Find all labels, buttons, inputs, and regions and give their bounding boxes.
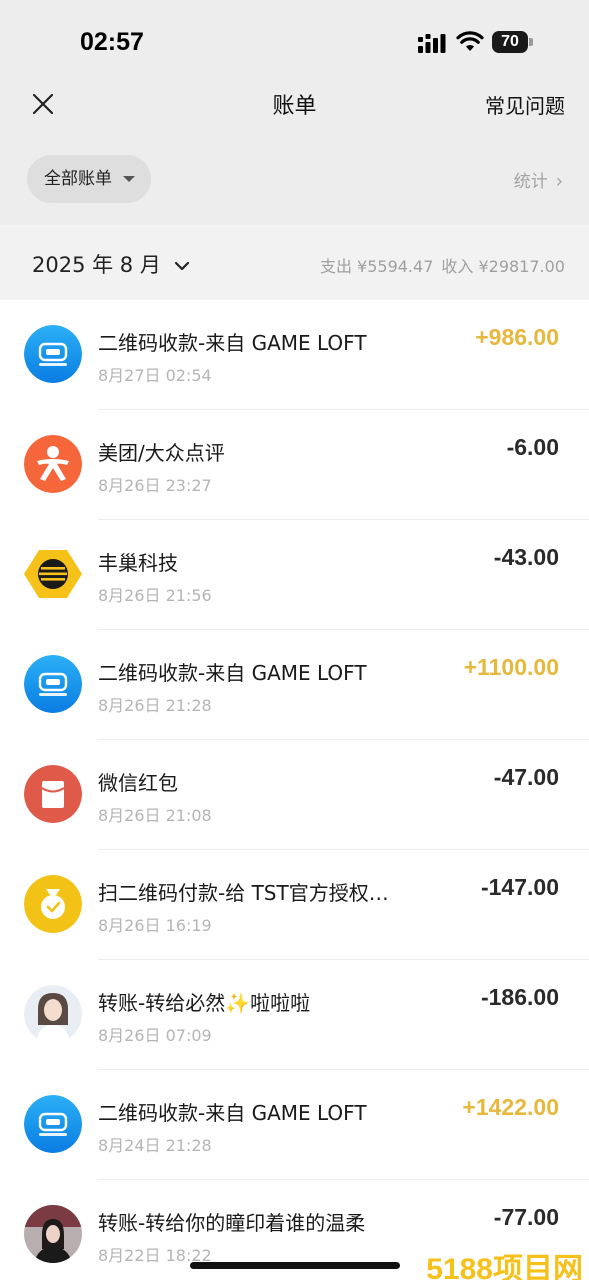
bill-filter-label: 全部账单 [44, 169, 112, 189]
cellular-signal-icon [418, 34, 446, 53]
transaction-title: 二维码收款-来自 GAME LOFT [98, 331, 367, 355]
watermark-logo: 5188项目网 [426, 1253, 583, 1280]
statistics-link[interactable]: 统计 › [513, 167, 563, 194]
transaction-amount: -6.00 [506, 434, 559, 460]
month-label: 2025 年 8 月 [32, 253, 161, 277]
transaction-amount: +986.00 [475, 324, 559, 350]
transaction-row[interactable]: 丰巢科技 8月26日 21:56 -43.00 [0, 520, 589, 630]
transaction-amount: -47.00 [493, 764, 559, 790]
transaction-title: 扫二维码付款-给 TST官方授权… [98, 881, 389, 905]
transaction-time: 8月26日 21:08 [98, 806, 212, 825]
transaction-title: 转账-转给你的瞳印着谁的温柔 [98, 1211, 366, 1235]
transaction-time: 8月24日 21:28 [98, 1136, 212, 1155]
money-bag-icon [24, 875, 82, 933]
transaction-row[interactable]: 扫二维码付款-给 TST官方授权… 8月26日 16:19 -147.00 [0, 850, 589, 960]
status-bar: 02:57 70 [0, 0, 589, 80]
transaction-time: 8月26日 21:56 [98, 586, 212, 605]
transaction-time: 8月26日 07:09 [98, 1026, 212, 1045]
transaction-title: 二维码收款-来自 GAME LOFT [98, 661, 367, 685]
month-income: 收入 ¥29817.00 [441, 257, 565, 276]
transaction-row[interactable]: 二维码收款-来自 GAME LOFT 8月26日 21:28 +1100.00 [0, 630, 589, 740]
chevron-down-icon [174, 261, 189, 271]
transaction-row[interactable]: 转账-转给必然✨啦啦啦 8月26日 07:09 -186.00 [0, 960, 589, 1070]
chevron-right-icon: › [555, 169, 563, 194]
user-avatar-photo-icon [24, 985, 82, 1043]
transaction-title: 转账-转给必然✨啦啦啦 [98, 991, 311, 1015]
month-expense: 支出 ¥5594.47 [319, 257, 434, 276]
gameloft-icon [24, 655, 82, 713]
faq-link[interactable]: 常见问题 [485, 90, 565, 119]
battery-tip [529, 38, 533, 46]
transaction-amount: +1100.00 [463, 654, 559, 680]
bill-filter-dropdown[interactable]: 全部账单 [27, 155, 151, 203]
transaction-title: 微信红包 [98, 771, 178, 795]
transaction-amount: -147.00 [480, 874, 559, 900]
transaction-title: 美团/大众点评 [98, 441, 225, 465]
transaction-list: 二维码收款-来自 GAME LOFT 8月27日 02:54 +986.00 美… [0, 300, 589, 1280]
red-envelope-icon [24, 765, 82, 823]
caret-down-icon [123, 176, 135, 182]
transaction-title: 二维码收款-来自 GAME LOFT [98, 1101, 367, 1125]
transaction-row[interactable]: 二维码收款-来自 GAME LOFT 8月27日 02:54 +986.00 [0, 300, 589, 410]
transaction-row[interactable]: 微信红包 8月26日 21:08 -47.00 [0, 740, 589, 850]
gameloft-icon [24, 1095, 82, 1153]
month-selector[interactable]: 2025 年 8 月 [32, 249, 190, 279]
home-indicator[interactable] [190, 1262, 400, 1269]
month-bar: 2025 年 8 月 支出 ¥5594.47 收入 ¥29817.00 [0, 225, 589, 300]
transaction-time: 8月26日 21:28 [98, 696, 212, 715]
battery-icon: 70 [492, 31, 528, 53]
month-summary: 支出 ¥5594.47 收入 ¥29817.00 [320, 253, 565, 277]
transaction-amount: -77.00 [493, 1204, 559, 1230]
transaction-amount: -186.00 [480, 984, 559, 1010]
statistics-label: 统计 [513, 172, 548, 192]
dianping-icon [24, 435, 82, 493]
transaction-time: 8月26日 16:19 [98, 916, 212, 935]
transaction-row[interactable]: 二维码收款-来自 GAME LOFT 8月24日 21:28 +1422.00 [0, 1070, 589, 1180]
transaction-row[interactable]: 美团/大众点评 8月26日 23:27 -6.00 [0, 410, 589, 520]
wifi-icon [456, 31, 484, 51]
gameloft-icon [24, 325, 82, 383]
transaction-title: 丰巢科技 [98, 551, 178, 575]
hive-box-icon [24, 545, 82, 603]
transaction-amount: +1422.00 [462, 1094, 559, 1120]
transaction-amount: -43.00 [493, 544, 559, 570]
user-avatar-photo-icon [24, 1205, 82, 1263]
transaction-time: 8月27日 02:54 [98, 366, 212, 385]
transaction-time: 8月26日 23:27 [98, 476, 212, 495]
status-time: 02:57 [80, 28, 144, 56]
